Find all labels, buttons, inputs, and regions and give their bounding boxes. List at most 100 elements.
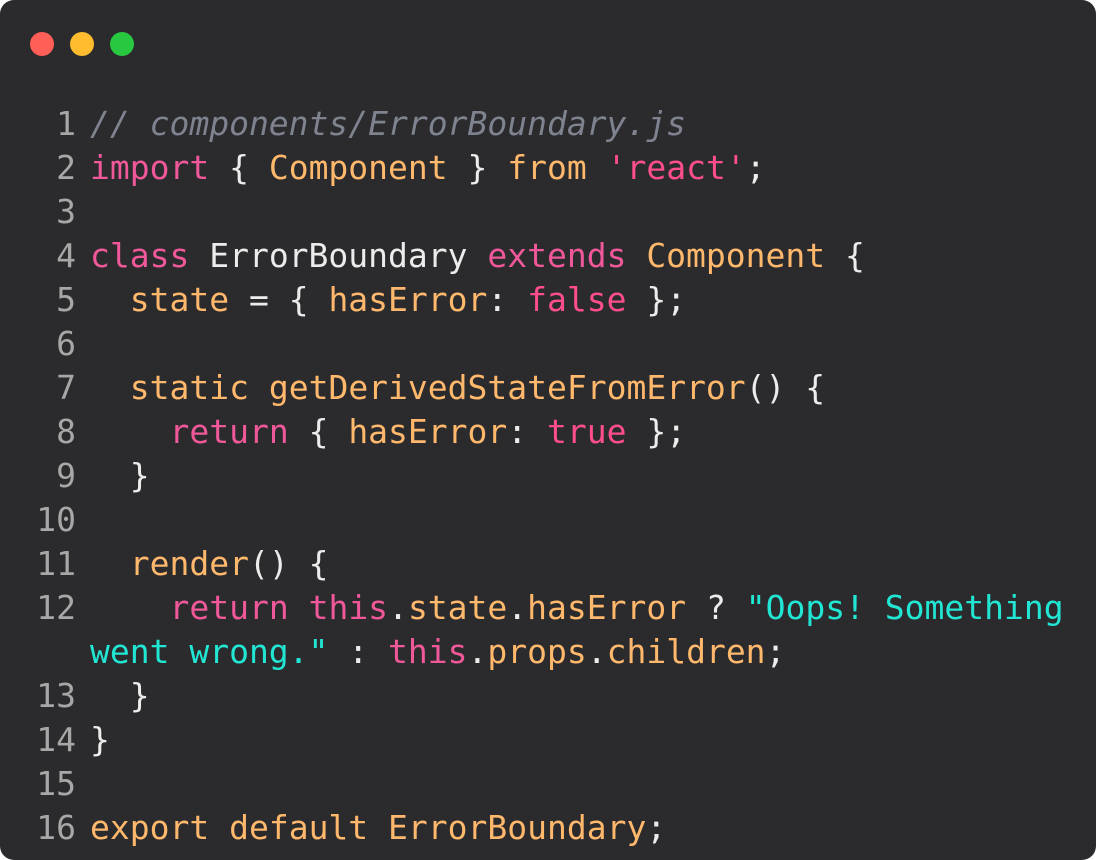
zoom-dot-icon[interactable]	[110, 32, 134, 56]
code-token: :	[507, 412, 548, 451]
code-token: }	[90, 456, 150, 495]
line-text: }	[90, 718, 110, 762]
code-token: render	[129, 544, 249, 583]
code-token: hasError	[328, 280, 488, 319]
code-token: children	[606, 632, 766, 671]
code-line: 1 // components/ErrorBoundary.js	[0, 102, 1096, 146]
line-text: state = { hasError: false };	[90, 278, 686, 322]
code-token: .	[388, 588, 408, 627]
code-token: "Oops! Something	[745, 588, 1064, 627]
code-line: 5 state = { hasError: false };	[0, 278, 1096, 322]
line-number: 10	[36, 500, 76, 539]
code-token: Component	[646, 236, 826, 275]
code-line: 2 import { Component } from 'react';	[0, 146, 1096, 190]
close-dot-icon[interactable]	[30, 32, 54, 56]
line-number: 1	[56, 104, 76, 143]
line-text: }	[90, 454, 150, 498]
code-line: 10	[0, 498, 1096, 542]
line-text: render() {	[90, 542, 329, 586]
code-line: 15	[0, 762, 1096, 806]
code-token: }	[447, 148, 508, 187]
code-token: hasError	[527, 588, 687, 627]
code-token: 'react'	[606, 148, 746, 187]
window-controls	[30, 32, 134, 56]
line-number: 4	[56, 236, 76, 275]
code-line: 7 static getDerivedStateFromError() {	[0, 366, 1096, 410]
code-token: props	[487, 632, 587, 671]
code-token: () {	[745, 368, 826, 407]
code-line: 11 render() {	[0, 542, 1096, 586]
line-number: 9	[56, 456, 76, 495]
line-number: 3	[56, 192, 76, 231]
code-block: 1 // components/ErrorBoundary.js 2 import {…	[0, 102, 1096, 850]
code-token: = {	[229, 280, 329, 319]
code-token: };	[626, 412, 687, 451]
line-number: 12	[36, 588, 76, 627]
code-window: 1 // components/ErrorBoundary.js 2 import {…	[0, 0, 1096, 860]
code-line: 9 }	[0, 454, 1096, 498]
line-number: 16	[36, 808, 76, 847]
code-token: .	[586, 632, 607, 671]
line-text: return { hasError: true };	[90, 410, 686, 454]
code-token: ;	[646, 808, 667, 847]
code-token: return	[169, 588, 289, 627]
code-token: went wrong."	[90, 632, 329, 671]
line-number: 11	[36, 544, 76, 583]
code-token: hasError	[348, 412, 508, 451]
code-token: this	[308, 588, 389, 627]
code-token: this	[388, 632, 468, 671]
line-number: 5	[56, 280, 76, 319]
line-text: static getDerivedStateFromError() {	[90, 366, 825, 410]
code-line: 3	[0, 190, 1096, 234]
code-line: 12 return this.state.hasError ? "Oops! S…	[0, 586, 1096, 630]
code-line: 14}	[0, 718, 1096, 762]
code-token: ErrorBoundary	[388, 808, 647, 847]
line-text: return this.state.hasError ? "Oops! Some…	[90, 586, 1064, 630]
code-token: {	[825, 236, 865, 275]
code-line: 16 export default ErrorBoundary;	[0, 806, 1096, 850]
code-token: {	[288, 412, 349, 451]
line-text: went wrong." : this.props.children;	[90, 630, 785, 674]
code-token: }	[90, 676, 150, 715]
code-line: 13 }	[0, 674, 1096, 718]
code-line: 4 class ErrorBoundary extends Component {	[0, 234, 1096, 278]
code-token: state	[129, 280, 230, 319]
code-token: import	[90, 148, 210, 187]
code-token: // components/ErrorBoundary.js	[90, 104, 687, 143]
code-token: export	[90, 808, 210, 847]
code-token: class	[90, 236, 190, 275]
code-token: () {	[248, 544, 329, 583]
code-token: state	[407, 588, 508, 627]
code-token: :	[487, 280, 528, 319]
code-token: false	[527, 280, 627, 319]
line-number: 8	[56, 412, 76, 451]
line-text: // components/ErrorBoundary.js	[90, 102, 686, 146]
code-token: from	[507, 148, 587, 187]
code-token: ;	[765, 632, 786, 671]
code-token: .	[507, 588, 528, 627]
code-token: ErrorBoundary	[189, 236, 488, 275]
code-token: };	[626, 280, 687, 319]
line-number: 15	[36, 764, 76, 803]
line-text: }	[90, 674, 150, 718]
line-number: 6	[56, 324, 76, 363]
code-token: extends	[487, 236, 627, 275]
code-line-wrap: went wrong." : this.props.children;	[0, 630, 1096, 674]
line-number: 7	[56, 368, 76, 407]
code-token: getDerivedStateFromError	[268, 368, 746, 407]
minimize-dot-icon[interactable]	[70, 32, 94, 56]
line-text: import { Component } from 'react';	[90, 146, 766, 190]
code-token: {	[209, 148, 269, 187]
code-token: true	[547, 412, 627, 451]
